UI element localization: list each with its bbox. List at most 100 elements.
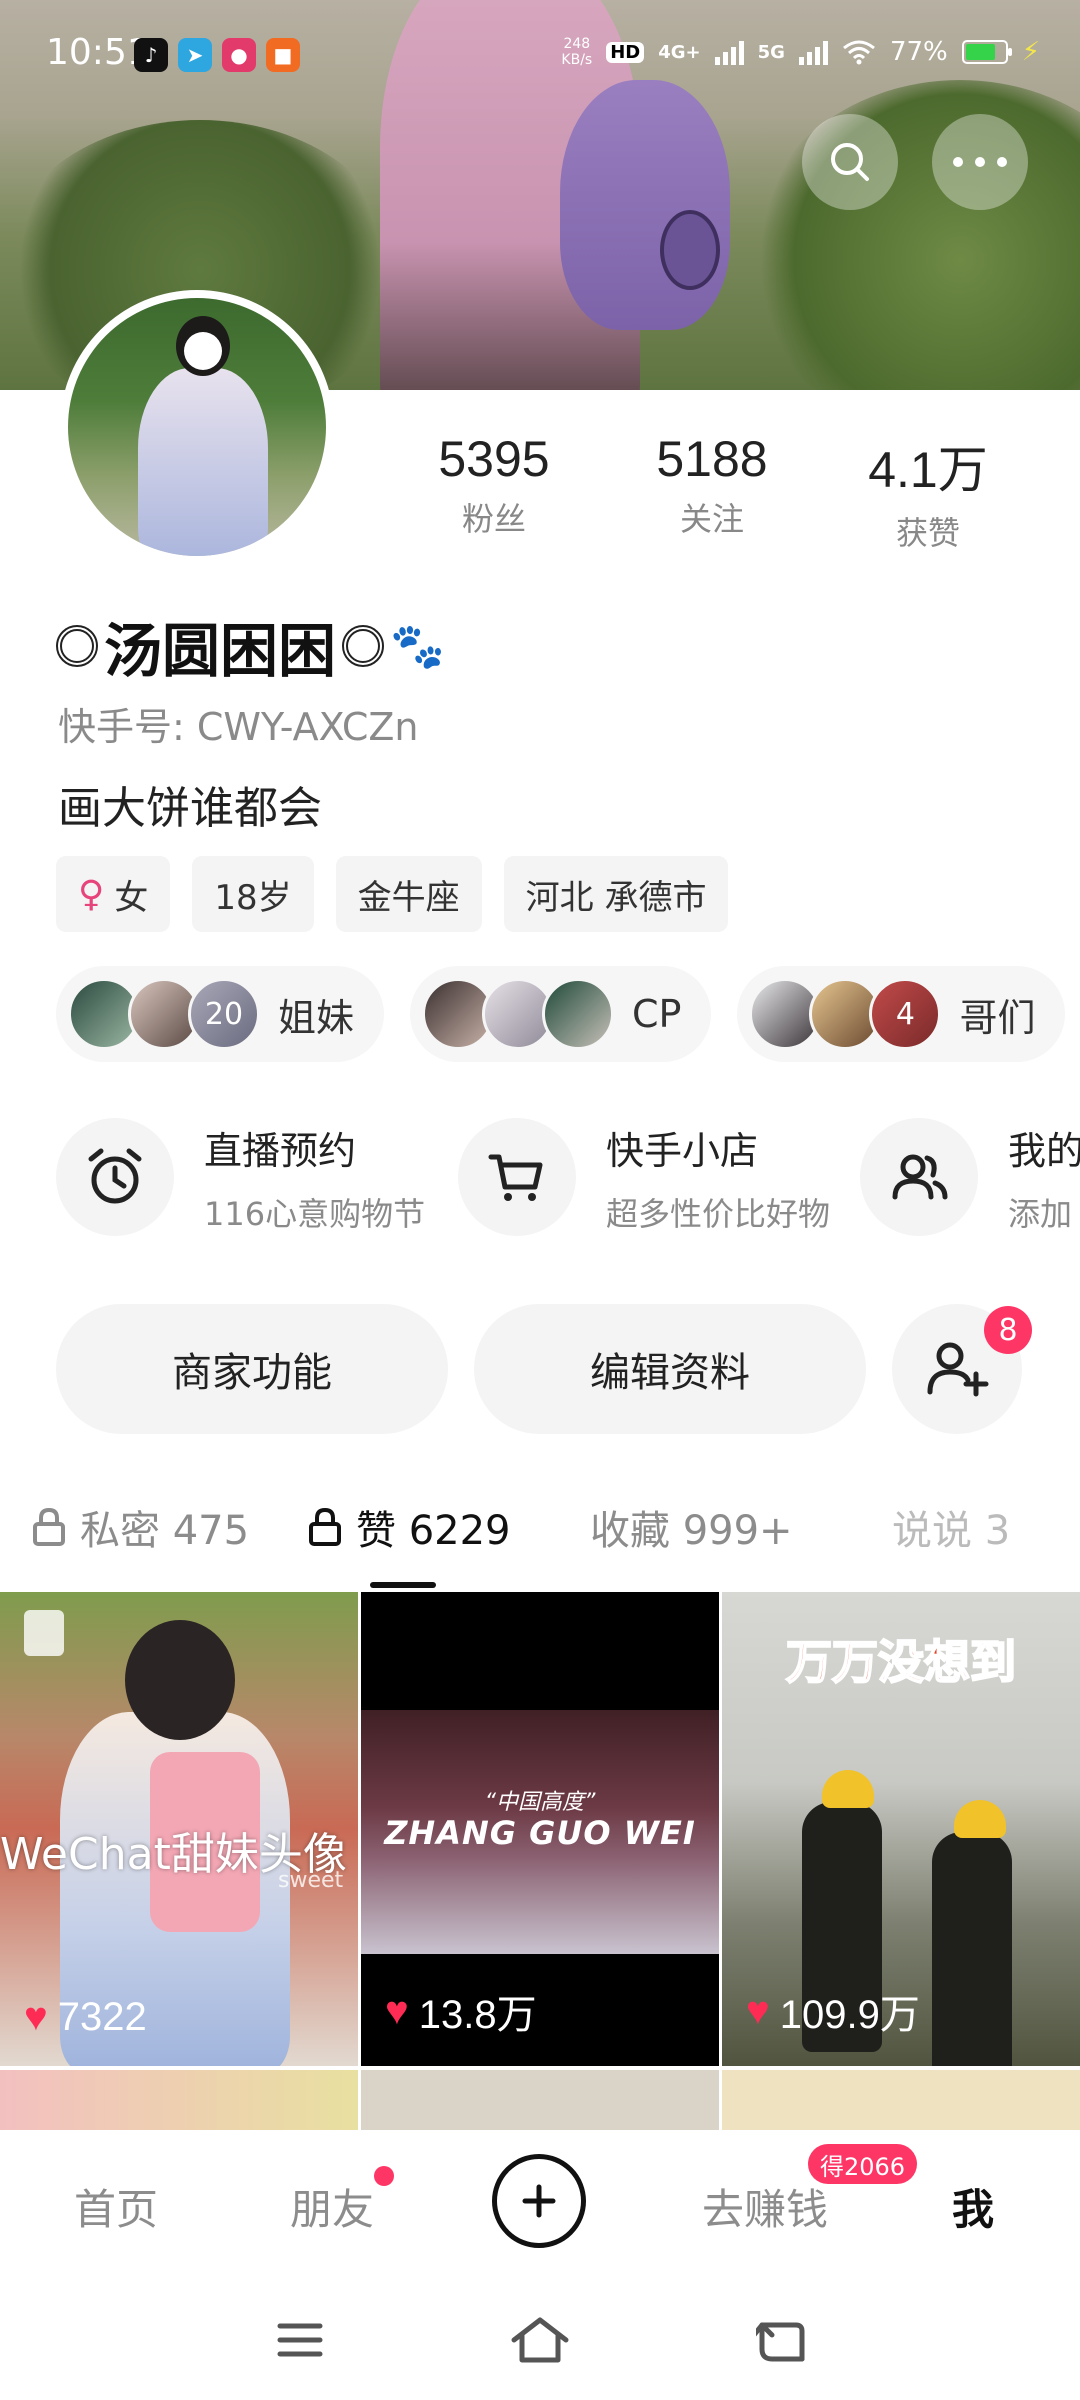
net-speed-value: 248: [563, 36, 591, 52]
paw-icon: 🐾: [390, 621, 445, 672]
tab-collection-label: 收藏 999+: [590, 1508, 793, 1554]
nav-home[interactable]: 首页: [74, 2176, 158, 2237]
thumbnail-figure: [954, 1800, 1006, 1838]
feature-shop[interactable]: 快手小店 超多性价比好物: [458, 1118, 860, 1236]
notification-icons: ♪ ➤ ● ■: [134, 38, 300, 72]
female-icon: ♀: [78, 873, 105, 915]
nickname-text: 汤圆困困: [104, 617, 337, 685]
video-likes: ♥ 7322: [24, 1995, 147, 2040]
video-grid: WeChat甜妹头像 sweet ♥ 7322 “中国高度” ZHANG GUO…: [0, 1592, 1080, 2132]
system-nav-bar: [0, 2272, 1080, 2400]
tab-private-label: 私密 475: [80, 1508, 250, 1554]
profile-actions: 商家功能 编辑资料 8: [56, 1304, 1032, 1434]
tag-zodiac[interactable]: 金牛座: [335, 856, 482, 932]
merchant-features-button[interactable]: 商家功能: [56, 1304, 448, 1434]
tab-liked[interactable]: 赞 6229: [308, 1498, 511, 1556]
stat-following[interactable]: 5188 关注: [632, 430, 792, 540]
charging-icon: ⚡: [1021, 37, 1040, 67]
stat-likes-label: 获赞: [895, 514, 960, 552]
avatar-face-sticker: [184, 332, 222, 370]
tag-location[interactable]: 河北 承德市: [503, 856, 729, 932]
profile-tags: ♀ 女 18岁 金牛座 河北 承德市: [56, 856, 729, 932]
network-4g-label: 4G+: [658, 41, 701, 63]
earn-badge: 得2066: [808, 2144, 918, 2184]
recent-apps-button[interactable]: [270, 2310, 330, 2370]
group-count: 20: [188, 978, 260, 1050]
thumbnail-figure: [822, 1770, 874, 1808]
stat-likes[interactable]: 4.1万 获赞: [848, 430, 1008, 554]
group-avatars: [422, 978, 615, 1050]
system-back-button[interactable]: [752, 2310, 812, 2370]
avatar: [542, 978, 615, 1050]
group-cp[interactable]: CP: [410, 966, 712, 1062]
profile-stats: 5395 粉丝 5188 关注 4.1万 获赞: [0, 430, 1080, 552]
feature-subtitle: 添加: [1008, 1194, 1073, 1233]
thumbnail-title: 万万没想到: [785, 1634, 1017, 1690]
net-speed-unit: KB/s: [561, 52, 593, 68]
video-likes: ♥ 109.9万: [746, 1982, 920, 2040]
feature-title: 直播预约: [204, 1128, 357, 1173]
group-count: 4: [869, 978, 942, 1050]
system-home-button[interactable]: [510, 2310, 570, 2370]
back-icon: [756, 2322, 805, 2362]
thumbnail-subcaption: sweet: [278, 1868, 344, 1893]
video-card[interactable]: “中国高度” ZHANG GUO WEI ♥ 13.8万: [361, 1592, 719, 2066]
add-user-icon: [927, 1342, 989, 1397]
signal-icon: [714, 39, 744, 65]
thumbnail-figure: [125, 1620, 235, 1740]
tab-shuoshuo[interactable]: 说说 3: [892, 1498, 1010, 1556]
bottom-nav: 首页 朋友 去赚钱 得2066 我: [0, 2130, 1080, 2272]
edit-profile-button[interactable]: 编辑资料: [474, 1304, 866, 1434]
home-icon: [511, 2317, 569, 2363]
video-card[interactable]: WeChat甜妹头像 sweet ♥ 7322: [0, 1592, 358, 2066]
friend-request-badge: 8: [984, 1306, 1032, 1354]
tag-age[interactable]: 18岁: [192, 856, 314, 932]
battery-icon: [961, 40, 1012, 64]
video-likes-count: 7322: [57, 1995, 147, 2039]
stat-following-count: 5188: [656, 431, 768, 487]
video-card[interactable]: [722, 2070, 1080, 2130]
kuaishou-id[interactable]: 快手号: CWY-AXCZn: [58, 696, 418, 751]
create-button[interactable]: [492, 2154, 586, 2248]
lock-icon: [33, 1507, 65, 1546]
telegram-icon: ➤: [178, 38, 212, 72]
video-likes-count: 109.9万: [779, 1993, 920, 2037]
more-dots-icon: [953, 157, 1007, 167]
group-sisters[interactable]: 20 姐妹: [56, 966, 385, 1062]
tab-collection[interactable]: 收藏 999+: [590, 1498, 793, 1556]
tag-age-label: 18岁: [214, 877, 292, 918]
video-card[interactable]: [361, 2070, 719, 2130]
more-button[interactable]: [932, 114, 1028, 210]
tab-liked-label: 赞 6229: [356, 1508, 511, 1554]
nav-me[interactable]: 我: [952, 2176, 994, 2237]
add-friend-button[interactable]: 8: [892, 1304, 1032, 1434]
video-likes: ♥ 13.8万: [385, 1982, 537, 2040]
feature-mine[interactable]: 我的 添加: [860, 1118, 1080, 1236]
nav-friends[interactable]: 朋友: [290, 2176, 374, 2237]
app-notification-icon: ●: [222, 38, 256, 72]
nav-earn[interactable]: 去赚钱: [702, 2176, 828, 2237]
video-grid-next-row: [0, 2070, 1080, 2130]
tab-active-indicator: [370, 1582, 436, 1588]
relation-groups: 20 姐妹 CP 4 哥们: [56, 966, 1066, 1062]
feature-live-reservation[interactable]: 直播预约 116心意购物节: [56, 1118, 458, 1236]
group-brothers[interactable]: 4 哥们: [737, 966, 1066, 1062]
hd-icon: HD: [606, 41, 645, 63]
feature-subtitle: 116心意购物节: [204, 1194, 426, 1233]
stat-fans[interactable]: 5395 粉丝: [414, 430, 574, 540]
video-card[interactable]: 万万没想到 ♥ 109.9万: [722, 1592, 1080, 2066]
wifi-icon: [843, 40, 875, 65]
swirl-icon: [56, 625, 98, 667]
search-button[interactable]: [802, 114, 898, 210]
lock-icon: [309, 1507, 341, 1546]
plus-icon: [522, 2184, 556, 2218]
feature-subtitle: 超多性价比好物: [606, 1194, 831, 1233]
tab-private[interactable]: 私密 475: [32, 1498, 249, 1556]
swirl-icon: [342, 625, 385, 667]
tag-gender[interactable]: ♀ 女: [56, 856, 171, 932]
network-5g-label: 5G: [757, 41, 785, 63]
video-likes-count: 13.8万: [418, 1993, 537, 2037]
shopping-cart-icon: [458, 1118, 576, 1236]
tiktok-icon: ♪: [134, 38, 168, 72]
video-card[interactable]: [0, 2070, 358, 2130]
